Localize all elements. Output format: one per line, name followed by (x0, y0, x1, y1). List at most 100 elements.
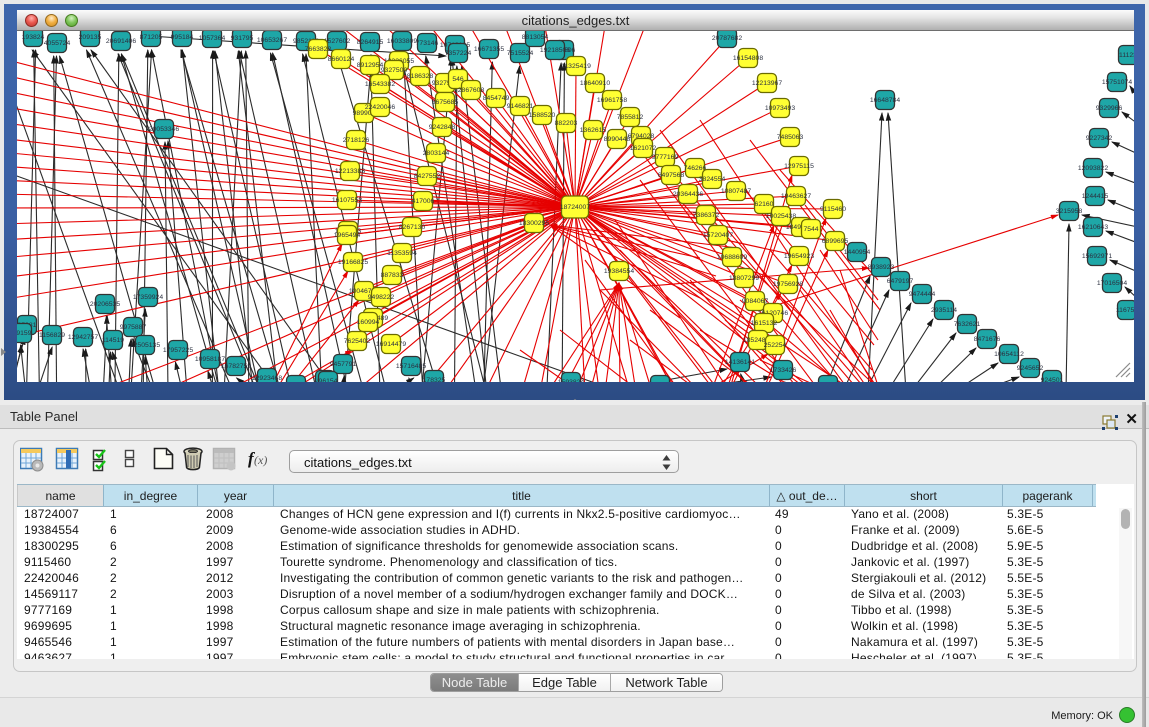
svg-text:19756928: 19756928 (773, 281, 803, 288)
svg-text:9084067: 9084067 (742, 298, 769, 305)
svg-text:7515524: 7515524 (507, 50, 534, 57)
svg-text:12942757: 12942757 (68, 334, 98, 341)
svg-text:1621072: 1621072 (630, 145, 657, 152)
svg-text:114519: 114519 (102, 337, 124, 344)
svg-text:7386372: 7386372 (693, 212, 720, 219)
svg-text:22420046: 22420046 (365, 104, 395, 111)
svg-text:160994: 160994 (357, 319, 380, 326)
svg-text:7663822: 7663822 (305, 46, 332, 53)
svg-text:20206535: 20206535 (90, 301, 120, 308)
svg-text:12975115: 12975115 (784, 163, 814, 170)
svg-text:20787682: 20787682 (712, 35, 742, 42)
svg-text:924501: 924501 (1041, 377, 1064, 382)
svg-text:19654923: 19654923 (784, 253, 814, 260)
svg-text:9329966: 9329966 (1096, 105, 1123, 112)
svg-text:11123: 11123 (1119, 52, 1134, 59)
svg-text:931795: 931795 (231, 35, 254, 42)
svg-text:882203: 882203 (555, 120, 578, 127)
svg-text:11353594: 11353594 (387, 250, 417, 257)
svg-text:14136141: 14136141 (725, 359, 755, 366)
svg-text:7625402: 7625402 (344, 338, 371, 345)
svg-text:7855812: 7855812 (617, 114, 644, 121)
svg-text:39159: 39159 (17, 330, 32, 337)
svg-text:9777169: 9777169 (652, 154, 679, 161)
svg-text:4055724: 4055724 (44, 40, 71, 47)
svg-text:8912954: 8912954 (357, 62, 384, 69)
svg-text:20364436: 20364436 (673, 191, 703, 198)
svg-text:9242848: 9242848 (429, 124, 456, 131)
svg-text:1440954: 1440954 (844, 249, 871, 256)
svg-text:18300295: 18300295 (519, 220, 549, 227)
svg-text:12213383: 12213383 (335, 168, 365, 175)
svg-text:7544: 7544 (803, 226, 818, 233)
svg-text:8813054: 8813054 (522, 34, 549, 41)
svg-text:16671355: 16671355 (474, 46, 504, 53)
svg-text:16154808: 16154808 (733, 55, 763, 62)
svg-text:62160: 62160 (755, 201, 774, 208)
svg-text:995184: 995184 (171, 34, 194, 41)
svg-text:7485063: 7485063 (777, 134, 804, 141)
svg-text:12093822: 12093822 (1078, 165, 1108, 172)
svg-text:1588520: 1588520 (529, 112, 556, 119)
svg-text:15751074: 15751074 (1102, 79, 1132, 86)
svg-text:8186328: 8186328 (407, 73, 434, 80)
svg-text:20691406: 20691406 (106, 38, 136, 45)
svg-text:18724007: 18724007 (560, 204, 590, 211)
svg-text:15716485: 15716485 (396, 363, 426, 370)
svg-text:178325: 178325 (423, 377, 446, 382)
svg-text:2867608: 2867608 (458, 87, 485, 94)
svg-text:7357224: 7357224 (445, 50, 472, 57)
svg-text:6479197: 6479197 (887, 278, 914, 285)
svg-text:3824554: 3824554 (699, 176, 726, 183)
svg-text:2803144: 2803144 (423, 150, 450, 157)
svg-text:12923468: 12923468 (252, 375, 282, 382)
svg-text:10025438: 10025438 (766, 213, 796, 220)
svg-text:15720407: 15720407 (703, 232, 733, 239)
svg-text:16961758: 16961758 (597, 97, 627, 104)
svg-text:8938923: 8938923 (868, 264, 895, 271)
svg-text:10807487: 10807487 (721, 188, 751, 195)
svg-text:773146: 773146 (416, 40, 439, 47)
svg-text:16782759: 16782759 (221, 363, 251, 370)
svg-text:8267130: 8267130 (399, 224, 426, 231)
svg-text:6497568: 6497568 (658, 172, 685, 179)
svg-text:9474444: 9474444 (909, 291, 936, 298)
svg-text:8454749: 8454749 (483, 95, 510, 102)
svg-text:16107553: 16107553 (332, 197, 362, 204)
svg-text:1362615: 1362615 (580, 127, 607, 134)
svg-text:18807299: 18807299 (729, 275, 759, 282)
svg-text:1244415: 1244415 (1082, 193, 1109, 200)
svg-text:3675685: 3675685 (432, 99, 459, 106)
svg-text:2935114: 2935114 (931, 307, 957, 314)
svg-text:209135: 209135 (79, 34, 102, 41)
svg-text:16033809: 16033809 (387, 38, 417, 45)
svg-text:9245652: 9245652 (1017, 365, 1044, 372)
svg-text:3215958: 3215958 (1056, 208, 1083, 215)
svg-text:8990448: 8990448 (604, 136, 631, 143)
svg-text:16543382: 16543382 (365, 81, 395, 88)
svg-text:12213967: 12213967 (752, 80, 782, 87)
svg-text:6899695: 6899695 (822, 238, 849, 245)
svg-text:9457791: 9457791 (330, 361, 357, 368)
svg-text:19463627: 19463627 (781, 193, 811, 200)
svg-text:19384554: 19384554 (604, 268, 634, 275)
svg-text:(x): (x) (254, 453, 267, 467)
svg-text:9227342: 9227342 (1086, 135, 1113, 142)
svg-text:17359924: 17359924 (133, 294, 163, 301)
svg-text:19218506: 19218506 (540, 47, 570, 54)
svg-text:116753: 116753 (1116, 307, 1134, 314)
svg-text:20053346: 20053346 (149, 126, 179, 133)
svg-text:10958187: 10958187 (195, 356, 225, 363)
svg-text:12505135: 12505135 (130, 342, 160, 349)
svg-text:252254: 252254 (764, 342, 787, 349)
svg-text:7632621: 7632621 (954, 321, 981, 328)
svg-text:9327500: 9327500 (381, 67, 408, 74)
svg-text:871205: 871205 (140, 34, 163, 41)
svg-text:16914479: 16914479 (376, 341, 406, 348)
svg-text:18640910: 18640910 (580, 80, 610, 87)
svg-text:16210643: 16210643 (1078, 224, 1108, 231)
svg-text:9975887: 9975887 (120, 324, 147, 331)
svg-text:417006: 417006 (412, 198, 435, 205)
svg-text:1593824: 1593824 (558, 379, 585, 382)
svg-text:19166825: 19166825 (338, 259, 368, 266)
